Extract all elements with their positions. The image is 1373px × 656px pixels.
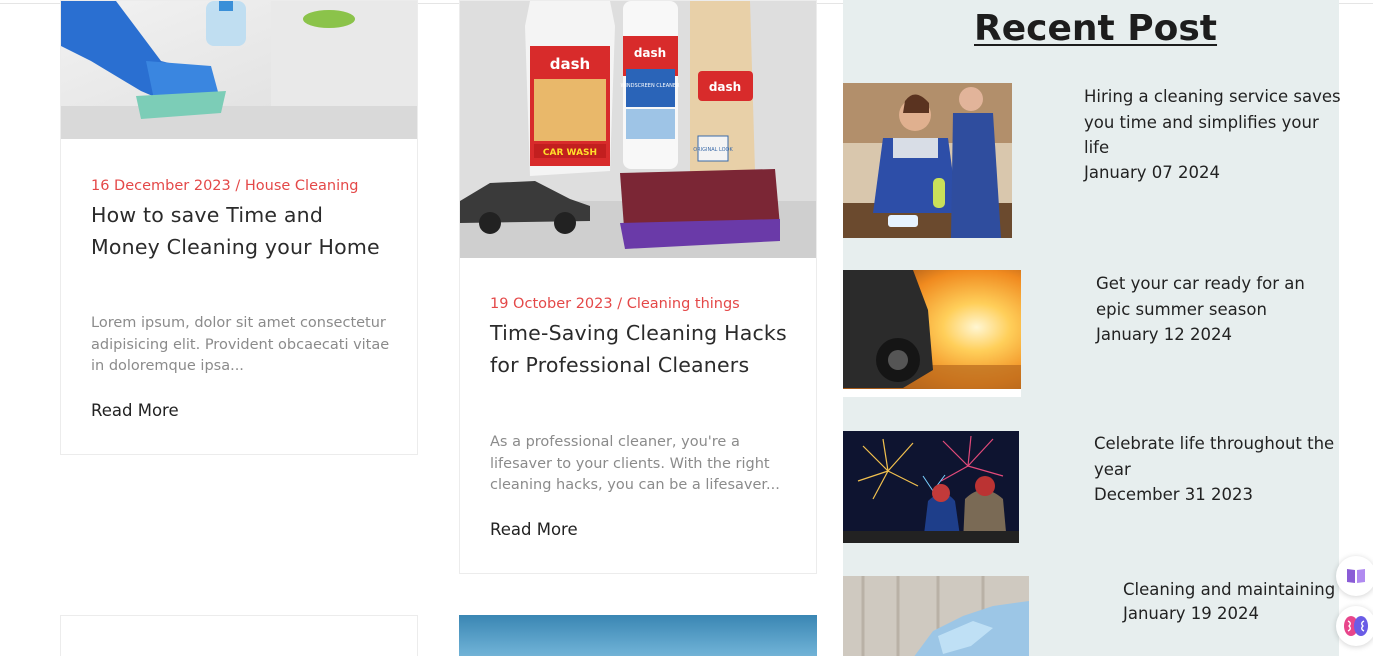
recent-post-image[interactable] <box>843 431 1019 543</box>
read-more-link[interactable]: Read More <box>91 401 179 420</box>
blog-card-image[interactable] <box>459 615 817 656</box>
recent-post-image[interactable] <box>843 83 1012 238</box>
recent-post-title[interactable]: Celebrate life throughout the year <box>1094 431 1339 482</box>
recent-post-date: January 07 2024 <box>1084 163 1221 182</box>
blog-card: 16 December 2023 / House Cleaning How to… <box>60 0 418 455</box>
post-excerpt: As a professional cleaner, you're a life… <box>490 434 780 493</box>
post-meta[interactable]: 16 December 2023 / House Cleaning <box>91 178 359 194</box>
product-name-text: WINDSCREEN CLEANER <box>620 83 680 89</box>
recent-post-title[interactable]: Cleaning and maintaining <box>1123 577 1339 603</box>
fireworks-photo <box>843 431 1019 543</box>
cleaners-photo <box>843 83 1012 238</box>
post-meta[interactable]: 19 October 2023 / Cleaning things <box>490 296 740 312</box>
blog-card <box>60 615 418 656</box>
product-brand-text: dash <box>550 55 590 73</box>
recent-post-date: January 12 2024 <box>1096 325 1233 344</box>
recent-post-image[interactable] <box>843 270 1021 397</box>
blog-card: dash CAR WASH dash WINDSCREEN CLEANER da… <box>459 0 817 574</box>
car-care-products-photo: dash CAR WASH dash WINDSCREEN CLEANER da… <box>460 1 816 258</box>
product-brand-text: dash <box>709 80 741 94</box>
book-icon <box>1347 569 1365 583</box>
gloved-cleaning-photo <box>843 576 1029 656</box>
recent-post-image[interactable] <box>843 576 1029 656</box>
recent-post-title[interactable]: Hiring a cleaning service saves you time… <box>1084 84 1342 161</box>
cleaning-photo <box>61 1 417 139</box>
post-excerpt: Lorem ipsum, dolor sit amet consectetur … <box>91 315 390 374</box>
brain-icon <box>1344 616 1368 636</box>
read-more-link[interactable]: Read More <box>490 520 578 539</box>
blog-card-image[interactable]: dash CAR WASH dash WINDSCREEN CLEANER da… <box>460 1 816 258</box>
recent-post-title[interactable]: Get your car ready for an epic summer se… <box>1096 271 1326 322</box>
reader-button[interactable] <box>1336 556 1373 596</box>
post-title[interactable]: How to save Time and Money Cleaning your… <box>91 199 391 263</box>
product-name-text: ORIGINAL LOOK <box>693 147 733 153</box>
recent-post-date: December 31 2023 <box>1094 485 1254 504</box>
blog-card-image[interactable] <box>61 1 417 139</box>
recent-posts-sidebar: Recent Post Hiring a cleaning service sa… <box>843 0 1342 656</box>
product-name-text: CAR WASH <box>543 148 597 158</box>
product-brand-text: dash <box>634 46 666 60</box>
post-title[interactable]: Time-Saving Cleaning Hacks for Professio… <box>490 317 790 381</box>
recent-post-date: January 19 2024 <box>1123 604 1260 623</box>
sidebar-heading: Recent Post <box>974 8 1218 49</box>
summer-car-photo <box>843 270 1021 397</box>
ai-assistant-button[interactable] <box>1336 606 1373 646</box>
